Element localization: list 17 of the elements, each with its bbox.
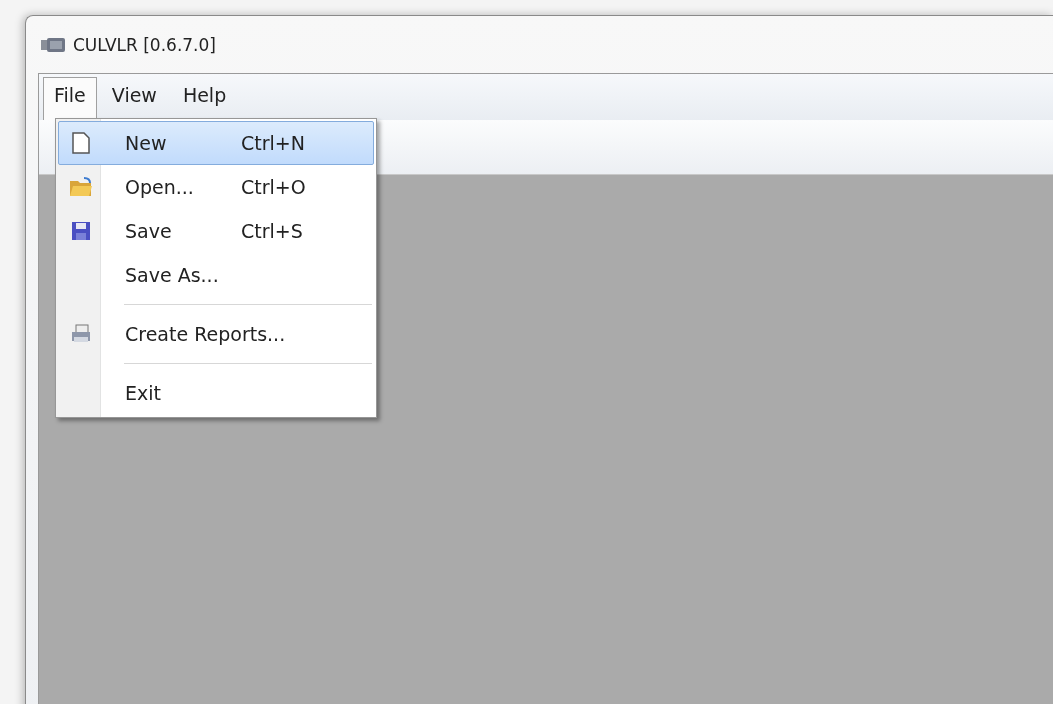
menu-item[interactable]: View: [100, 77, 168, 120]
menu-entry[interactable]: Save Ctrl+S: [58, 209, 374, 253]
window-title: CULVLR [0.6.7.0]: [73, 34, 216, 55]
printer-icon: [70, 324, 92, 344]
menu-entry[interactable]: Open... Ctrl+O: [58, 165, 374, 209]
shortcut-text: Ctrl+N: [241, 132, 305, 154]
shortcut-text: Ctrl+S: [241, 220, 303, 242]
menu-entry[interactable]: Create Reports...: [58, 312, 374, 356]
folder-icon: [69, 177, 93, 197]
menu-entry[interactable]: New Ctrl+N: [58, 121, 374, 165]
menu-item[interactable]: Help: [171, 77, 238, 120]
shortcut-text: Ctrl+O: [241, 176, 306, 198]
blank-page-icon: [72, 132, 90, 154]
app-icon: [41, 37, 65, 52]
menu-entry[interactable]: Save As...: [58, 253, 374, 297]
menu-entry[interactable]: Exit: [58, 371, 374, 415]
menu-item[interactable]: File: [43, 77, 97, 120]
